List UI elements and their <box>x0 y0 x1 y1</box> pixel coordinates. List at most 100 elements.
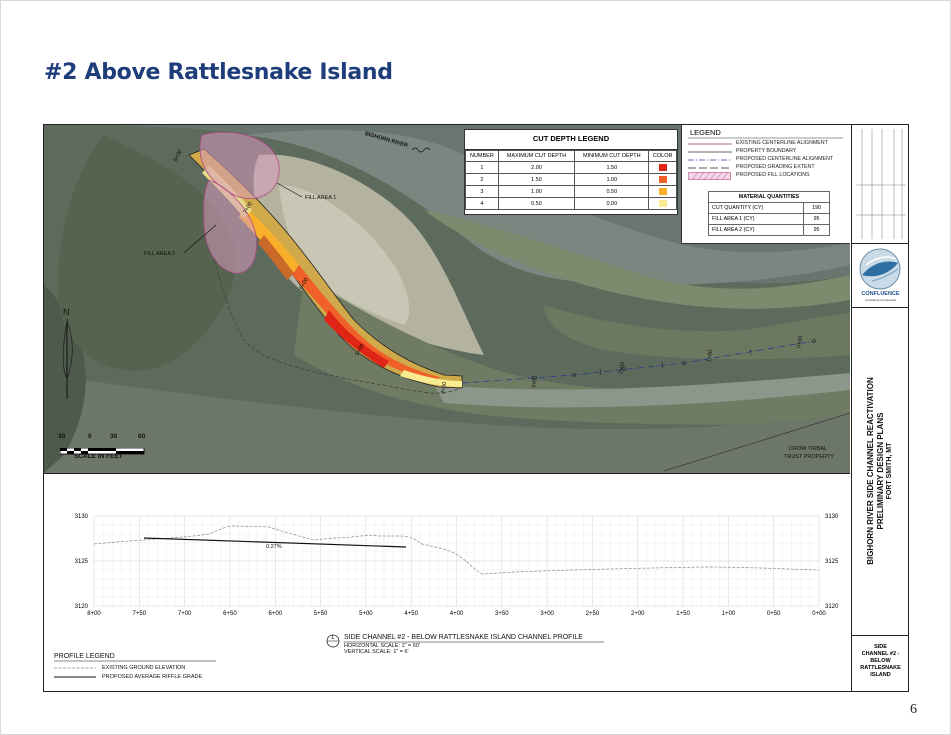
profile-x-tick: 2+00 <box>631 611 645 617</box>
table-row: 4 0.50 0.00 <box>465 197 677 210</box>
quantity-value: 190 <box>803 202 830 214</box>
property-label-line1: CROW TRIBAL <box>789 446 828 452</box>
column-header: MINIMUM CUT DEPTH <box>574 150 650 162</box>
profile-elevation-label: 3130 <box>75 514 89 520</box>
scale-caption: SCALE IN FEET <box>74 453 123 460</box>
company-name: CONFLUENCE <box>861 291 900 297</box>
legend-item-label: EXISTING CENTERLINE ALIGNMENT <box>736 140 828 146</box>
column-header: NUMBER <box>465 150 499 162</box>
north-arrow-icon <box>62 319 73 399</box>
cut-number: 3 <box>465 185 499 198</box>
detail-number: 1 <box>331 635 335 641</box>
scale-bar: 30 0 30 60 SCALE IN FEET <box>58 433 146 461</box>
plan-view-map: BIGHORN RIVER FILL AREA 1 FILL AREA 2 CR… <box>44 125 850 474</box>
profile-x-tick: 7+50 <box>133 611 147 617</box>
min-cut: 1.50 <box>574 161 650 174</box>
scale-tick: 30 <box>58 433 66 440</box>
min-cut: 0.50 <box>574 185 650 198</box>
cut-depth-legend: CUT DEPTH LEGEND NUMBER MAXIMUM CUT DEPT… <box>464 129 678 215</box>
revision-grid <box>856 129 906 239</box>
grade-label: 0.27% <box>266 544 282 550</box>
legend-item-label: PROPOSED FILL LOCATIONS <box>736 172 810 178</box>
quantity-label: CUT QUANTITY (CY) <box>707 202 805 214</box>
scale-tick: 0 <box>88 433 92 440</box>
cut-depth-legend-title: CUT DEPTH LEGEND <box>465 130 677 150</box>
material-quantities-title: MATERIAL QUANTITIES <box>708 191 830 203</box>
revision-block <box>852 125 909 244</box>
profile-x-tick: 5+00 <box>359 611 373 617</box>
slide-title: #2 Above Rattlesnake Island <box>44 60 393 85</box>
table-row: FILL AREA 2 (CY) 95 <box>707 224 830 236</box>
sheet-line: ISLAND <box>870 672 891 678</box>
profile-x-tick: 4+50 <box>404 611 418 617</box>
fill-locations-swatch <box>688 172 731 180</box>
color-swatch <box>658 188 667 195</box>
company-logo-block: CONFLUENCE consulting incorporated <box>852 243 909 308</box>
north-label: N <box>63 307 70 317</box>
proposed-centerline-swatch <box>688 159 732 161</box>
min-cut: 1.00 <box>574 173 650 186</box>
profile-x-tick: 0+50 <box>767 611 781 617</box>
color-cell <box>648 185 677 198</box>
max-cut: 0.50 <box>497 197 576 210</box>
color-cell <box>648 197 677 210</box>
profile-graph: 8+00 7+50 7+00 6+50 6+00 5+50 5+00 4+50 4+00 3+50… <box>54 514 839 678</box>
legend-panel: LEGEND EXISTING CENTERLINE ALIGNMENT PRO… <box>681 125 850 244</box>
profile-title: SIDE CHANNEL #2 - BELOW RATTLESNAKE ISLA… <box>344 634 583 641</box>
profile-x-tick: 0+00 <box>812 611 826 617</box>
profile-x-tick: 2+50 <box>586 611 600 617</box>
fill-area-2-label: FILL AREA 2 <box>144 251 176 257</box>
table-row: 3 1.00 0.50 <box>465 185 677 198</box>
max-cut: 1.00 <box>497 185 576 198</box>
project-line: BIGHORN RIVER SIDE CHANNEL REACTIVATION <box>865 377 875 565</box>
profile-elevation-label: 3120 <box>825 604 839 610</box>
quantity-value: 95 <box>803 224 830 236</box>
profile-elevation-label: 3120 <box>75 604 89 610</box>
vertical-scale: VERTICAL SCALE: 1" = 6' <box>344 649 409 655</box>
table-row: 2 1.50 1.00 <box>465 173 677 186</box>
sheet-title-block: SIDE CHANNEL #2 - BELOW RATTLESNAKE ISLA… <box>852 636 909 691</box>
property-boundary-swatch <box>688 151 732 153</box>
legend-item-label: PROPERTY BOUNDARY <box>736 148 797 154</box>
quantity-value: 95 <box>803 213 830 225</box>
color-cell <box>648 173 677 186</box>
profile-grid <box>93 515 820 607</box>
property-label-line2: TRUST PROPERTY <box>784 454 834 460</box>
scale-tick: 30 <box>110 433 118 440</box>
profile-x-tick: 8+00 <box>87 611 101 617</box>
table-row: CUT QUANTITY (CY) 190 <box>707 202 830 214</box>
project-title: BIGHORN RIVER SIDE CHANNEL REACTIVATION … <box>866 377 895 565</box>
cut-number: 1 <box>465 161 499 174</box>
material-quantities-table: MATERIAL QUANTITIES CUT QUANTITY (CY) 19… <box>707 191 830 236</box>
profile-x-tick: 1+50 <box>676 611 690 617</box>
profile-legend-item: PROPOSED AVERAGE RIFFLE GRADE <box>102 674 203 680</box>
legend-item-label: PROPOSED CENTERLINE ALIGNMENT <box>736 156 834 162</box>
confluence-logo-icon <box>859 248 901 290</box>
column-header: COLOR <box>648 150 677 162</box>
profile-elevation-label: 3130 <box>825 514 839 520</box>
profile-x-tick: 7+00 <box>178 611 192 617</box>
grading-extent-swatch <box>688 167 732 169</box>
color-swatch <box>658 164 667 171</box>
sheet-line: BELOW <box>870 658 891 664</box>
quantity-label: FILL AREA 2 (CY) <box>707 224 805 236</box>
profile-x-tick: 5+50 <box>314 611 328 617</box>
profile-x-tick: 3+50 <box>495 611 509 617</box>
profile-x-tick: 6+50 <box>223 611 237 617</box>
project-line: PRELIMINARY DESIGN PLANS <box>875 412 885 530</box>
page-number: 6 <box>910 702 917 717</box>
fill-area-1-label: FILL AREA 1 <box>305 195 337 201</box>
profile-x-tick: 4+00 <box>450 611 464 617</box>
profile-elevation-label: 3125 <box>75 559 89 565</box>
color-swatch <box>658 176 667 183</box>
profile-x-tick: 1+00 <box>722 611 736 617</box>
cut-number: 2 <box>465 173 499 186</box>
profile-legend-title: PROFILE LEGEND <box>54 653 115 660</box>
cut-number: 4 <box>465 197 499 210</box>
color-cell <box>648 161 677 174</box>
project-line: FORT SMITH, MT <box>885 442 893 500</box>
sheet-line: SIDE <box>874 644 887 650</box>
cut-depth-table: NUMBER MAXIMUM CUT DEPTH MINIMUM CUT DEP… <box>465 150 677 210</box>
legend-item-label: PROPOSED GRADING EXTENT <box>736 164 815 170</box>
legend-title: LEGEND <box>690 128 721 137</box>
